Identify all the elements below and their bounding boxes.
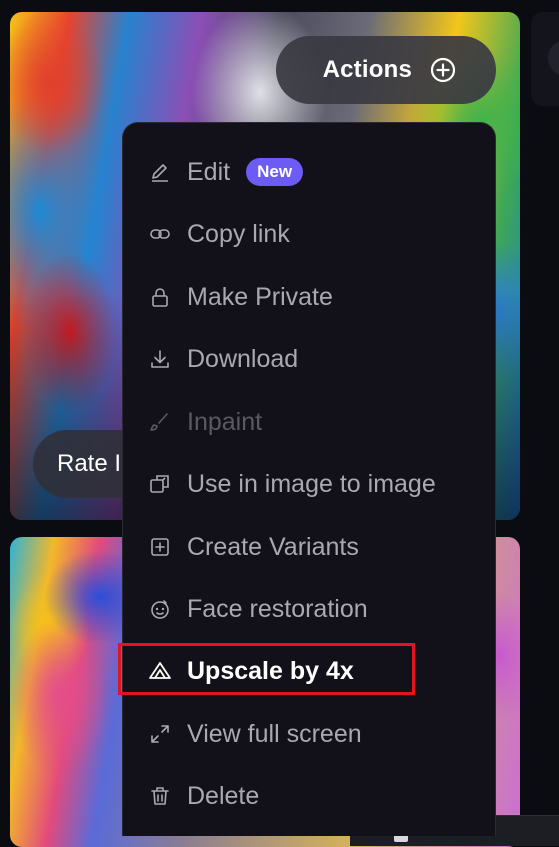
menu-item-label: Face restoration xyxy=(187,594,368,623)
menu-item-inpaint: Inpaint xyxy=(123,398,495,446)
menu-item-label: Copy link xyxy=(187,219,290,248)
new-badge: New xyxy=(246,158,304,186)
menu-item-view-full-screen[interactable]: View full screen xyxy=(123,710,495,758)
menu-item-label: Create Variants xyxy=(187,532,359,561)
plus-circle-icon xyxy=(430,57,456,83)
plus-square-icon xyxy=(147,534,173,560)
trash-icon xyxy=(147,783,173,809)
menu-item-label: Inpaint xyxy=(187,407,263,436)
expand-icon xyxy=(147,721,173,747)
pencil-icon xyxy=(147,159,173,185)
menu-item-label: Edit xyxy=(187,157,231,186)
highlight-annotation-box xyxy=(118,643,415,695)
link-icon xyxy=(147,221,173,247)
actions-button[interactable]: Actions xyxy=(276,36,496,104)
actions-menu: Edit New Copy link Make Private Download… xyxy=(122,122,496,836)
menu-item-label: Download xyxy=(187,344,299,373)
menu-item-make-private[interactable]: Make Private xyxy=(123,273,495,321)
menu-item-create-variants[interactable]: Create Variants xyxy=(123,523,495,571)
menu-item-image-to-image[interactable]: Use in image to image xyxy=(123,460,495,508)
menu-item-copy-link[interactable]: Copy link xyxy=(123,210,495,258)
menu-item-edit[interactable]: Edit New xyxy=(123,148,495,196)
download-icon xyxy=(147,346,173,372)
menu-item-delete[interactable]: Delete xyxy=(123,772,495,820)
actions-button-label: Actions xyxy=(322,56,412,83)
menu-item-label: View full screen xyxy=(187,719,362,748)
rate-button-label: Rate I xyxy=(57,450,122,477)
lock-icon xyxy=(147,284,173,310)
menu-item-label: Make Private xyxy=(187,282,333,311)
face-icon xyxy=(147,596,173,622)
menu-item-download[interactable]: Download xyxy=(123,335,495,383)
menu-item-label: Delete xyxy=(187,781,260,810)
menu-item-face-restoration[interactable]: Face restoration xyxy=(123,585,495,633)
menu-item-label: Use in image to image xyxy=(187,469,436,498)
image-to-image-icon xyxy=(147,471,173,497)
brush-icon xyxy=(147,409,173,435)
